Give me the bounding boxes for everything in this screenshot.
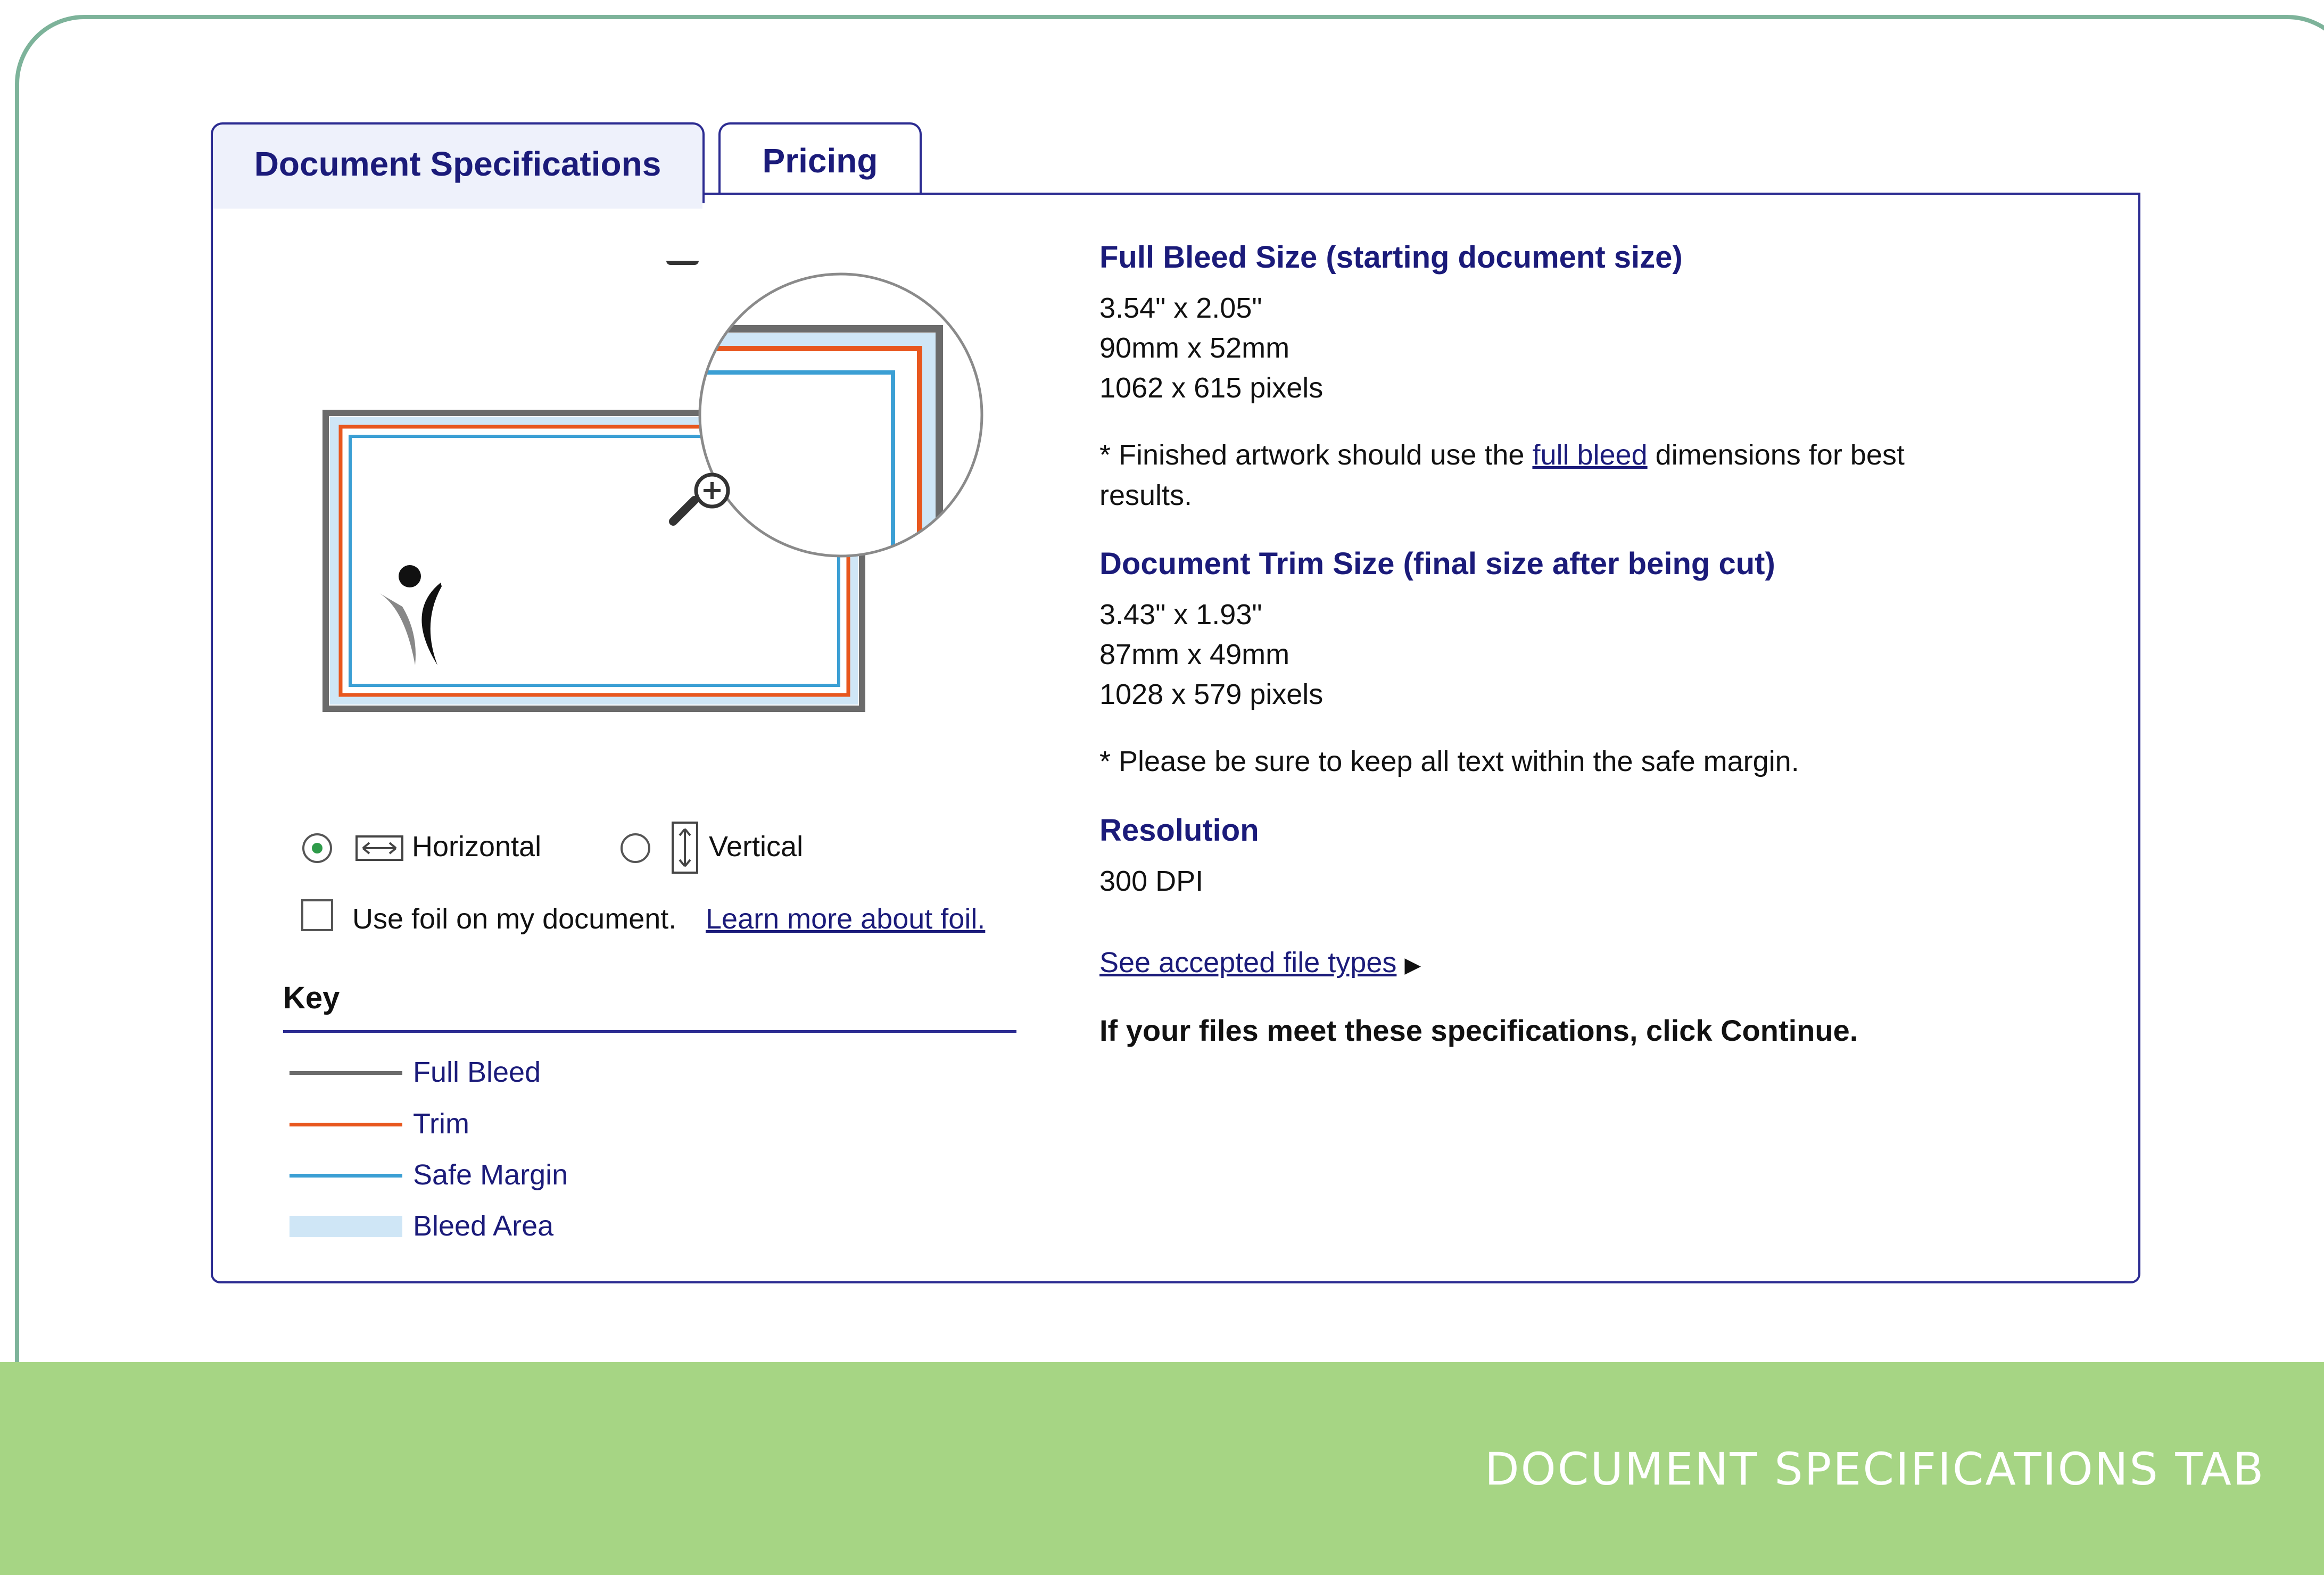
accepted-file-types-link[interactable]: See accepted file types [1099, 947, 1396, 979]
trim-swatch [290, 1123, 402, 1126]
full-bleed-note-line2: results. [1099, 479, 1193, 511]
tab-pricing[interactable]: Pricing [718, 122, 922, 197]
trim-note: * Please be sure to keep all text within… [1099, 745, 1799, 777]
caret-right-icon: ▶ [1404, 954, 1421, 977]
key-title: Key [283, 981, 340, 1015]
trim-inches: 3.43" x 1.93" [1099, 599, 1262, 631]
foil-checkbox[interactable] [301, 899, 333, 931]
learn-more-foil-link[interactable]: Learn more about foil. [706, 902, 985, 935]
key-safe-margin: Safe Margin [413, 1159, 568, 1191]
trim-pixels: 1028 x 579 pixels [1099, 678, 1324, 710]
vertical-radio[interactable] [621, 833, 650, 863]
trim-heading: Document Trim Size (final size after bei… [1099, 546, 1775, 581]
key-divider [283, 1030, 1016, 1033]
tab-document-specifications[interactable]: Document Specifications [211, 122, 705, 203]
full-bleed-inches: 3.54" x 2.05" [1099, 292, 1262, 324]
bleed-diagram [322, 261, 983, 712]
safe-margin-swatch [290, 1174, 402, 1178]
key-full-bleed: Full Bleed [413, 1056, 541, 1088]
horizontal-arrows-icon [355, 835, 403, 861]
bleed-area-swatch [290, 1216, 402, 1237]
full-bleed-note: * Finished artwork should use the full b… [1099, 438, 1905, 471]
footer-caption: DOCUMENT SPECIFICATIONS TAB [1485, 1443, 2265, 1495]
tab-label: Pricing [762, 142, 878, 180]
vertical-label: Vertical [709, 831, 804, 863]
continue-note: If your files meet these specifications,… [1099, 1014, 1858, 1047]
note-suffix: dimensions for best [1655, 439, 1905, 471]
active-tab-join [213, 193, 702, 209]
full-bleed-pixels: 1062 x 615 pixels [1099, 372, 1324, 404]
key-trim: Trim [413, 1108, 469, 1140]
vertical-arrows-icon [672, 822, 698, 874]
key-bleed-area: Bleed Area [413, 1210, 554, 1242]
resolution-value: 300 DPI [1099, 865, 1204, 897]
foil-label: Use foil on my document. [352, 903, 677, 935]
note-prefix: * Finished artwork should use the [1099, 439, 1525, 471]
tab-label: Document Specifications [254, 145, 661, 183]
file-types-row[interactable]: See accepted file types ▶ [1099, 946, 1421, 979]
trim-mm: 87mm x 49mm [1099, 639, 1290, 670]
full-bleed-link[interactable]: full bleed [1532, 439, 1647, 471]
resolution-heading: Resolution [1099, 813, 1259, 848]
horizontal-radio[interactable] [302, 833, 332, 863]
full-bleed-mm: 90mm x 52mm [1099, 332, 1290, 364]
full-bleed-swatch [290, 1071, 402, 1075]
horizontal-label: Horizontal [412, 831, 542, 863]
full-bleed-heading: Full Bleed Size (starting document size) [1099, 240, 1683, 275]
